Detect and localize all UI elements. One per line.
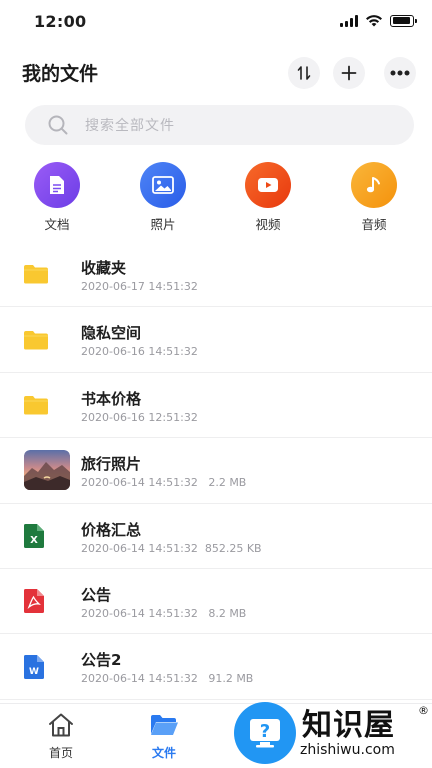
status-bar: 12:00	[0, 0, 432, 44]
file-row[interactable]: 书本价格 2020-06-16 12:51:32	[0, 373, 432, 439]
category-documents[interactable]: 文档	[17, 162, 97, 233]
wifi-icon	[366, 15, 382, 27]
file-meta: 2020-06-14 14:51:32 8.2 MB	[81, 607, 246, 620]
file-size: 8.2 MB	[208, 606, 247, 620]
nav-files[interactable]: 文件	[129, 712, 199, 761]
file-meta: 2020-06-14 14:51:32 2.2 MB	[81, 476, 246, 489]
folder-icon	[24, 395, 48, 415]
search-placeholder: 搜索全部文件	[85, 118, 175, 134]
audio-icon	[366, 177, 380, 193]
add-icon	[341, 65, 357, 81]
file-date: 2020-06-14 14:51:32	[81, 606, 198, 620]
watermark-logo-icon: ?	[234, 702, 296, 764]
category-label: 文档	[44, 217, 70, 232]
header: 我的文件	[0, 46, 432, 98]
file-name: 公告2	[81, 651, 122, 670]
file-row[interactable]: X 价格汇总 2020-06-14 14:51:32 852.25 KB	[0, 504, 432, 569]
category-audio[interactable]: 音频	[334, 162, 414, 233]
file-row[interactable]: 隐私空间 2020-06-16 14:51:32	[0, 307, 432, 373]
file-meta: 2020-06-17 14:51:32	[81, 280, 198, 293]
file-name: 价格汇总	[81, 520, 142, 539]
more-icon	[390, 70, 410, 76]
file-name: 公告	[81, 585, 112, 604]
category-circle	[351, 162, 397, 208]
file-size: 2.2 MB	[208, 476, 247, 490]
search-bar[interactable]: 搜索全部文件	[25, 105, 414, 145]
folder-icon	[24, 264, 48, 284]
file-date: 2020-06-17 14:51:32	[81, 280, 198, 293]
watermark-text: 知识屋	[302, 708, 395, 743]
category-circle	[245, 162, 291, 208]
svg-text:?: ?	[260, 721, 270, 742]
battery-icon	[390, 14, 417, 27]
file-row[interactable]: 收藏夹 2020-06-17 14:51:32	[0, 242, 432, 308]
file-meta: 2020-06-16 12:51:32	[81, 411, 198, 424]
nav-label: 首页	[48, 746, 73, 760]
folder-icon	[151, 715, 178, 735]
search-icon	[48, 115, 68, 135]
file-date: 2020-06-14 14:51:32	[81, 476, 198, 490]
category-videos[interactable]: 视频	[228, 162, 308, 233]
category-label: 音频	[361, 217, 387, 232]
status-icons	[340, 14, 417, 27]
file-date: 2020-06-16 14:51:32	[81, 345, 198, 359]
file-meta: 2020-06-16 14:51:32	[81, 345, 198, 358]
file-size: 852.25 KB	[204, 541, 262, 555]
photo-icon	[152, 176, 174, 194]
file-row[interactable]: 旅行照片 2020-06-14 14:51:32 2.2 MB	[0, 438, 432, 504]
image-thumbnail	[24, 450, 70, 491]
phone-screen: 12:00 我的文件 搜索全部文件 文档 照片 视频 音频 收藏夹 2020-0…	[0, 0, 432, 768]
word-icon: W	[24, 654, 44, 679]
svg-text:X: X	[30, 535, 38, 546]
file-name: 收藏夹	[81, 259, 127, 277]
home-icon	[49, 713, 73, 737]
file-name: 隐私空间	[81, 324, 142, 343]
file-name: 书本价格	[81, 389, 142, 408]
file-list: 收藏夹 2020-06-17 14:51:32 隐私空间 2020-06-16 …	[0, 242, 432, 700]
sort-button[interactable]	[288, 57, 320, 89]
watermark-url: zhishiwu.com	[300, 742, 395, 758]
document-icon	[50, 176, 64, 194]
video-icon	[258, 178, 278, 192]
watermark-registered: ®	[418, 704, 429, 717]
nav-home[interactable]: 首页	[26, 712, 96, 761]
more-button[interactable]	[384, 57, 416, 89]
folder-icon	[24, 330, 48, 350]
file-meta: 2020-06-14 14:51:32 91.2 MB	[81, 672, 253, 685]
file-date: 2020-06-16 12:51:32	[81, 410, 198, 424]
file-row[interactable]: W 公告2 2020-06-14 14:51:32 91.2 MB	[0, 634, 432, 700]
category-circle	[34, 162, 80, 208]
file-date: 2020-06-14 14:51:32	[81, 541, 198, 555]
excel-icon: X	[24, 523, 44, 548]
signal-icon	[340, 14, 358, 27]
watermark: ? 知识屋 ® zhishiwu.com	[232, 700, 432, 768]
pdf-icon	[24, 589, 44, 614]
file-date: 2020-06-14 14:51:32	[81, 672, 198, 686]
nav-label: 文件	[151, 746, 176, 760]
status-time: 12:00	[34, 12, 87, 31]
category-label: 照片	[150, 217, 176, 232]
category-label: 视频	[255, 217, 281, 232]
sort-icon	[297, 66, 311, 80]
file-row[interactable]: 公告 2020-06-14 14:51:32 8.2 MB	[0, 569, 432, 635]
category-row: 文档 照片 视频 音频	[0, 162, 432, 232]
file-size: 91.2 MB	[208, 672, 254, 686]
page-title: 我的文件	[22, 63, 99, 85]
file-name: 旅行照片	[81, 455, 142, 474]
svg-text:W: W	[29, 667, 39, 677]
category-circle	[140, 162, 186, 208]
add-button[interactable]	[333, 57, 365, 89]
category-photos[interactable]: 照片	[123, 162, 203, 233]
file-meta: 2020-06-14 14:51:32 852.25 KB	[81, 542, 262, 555]
